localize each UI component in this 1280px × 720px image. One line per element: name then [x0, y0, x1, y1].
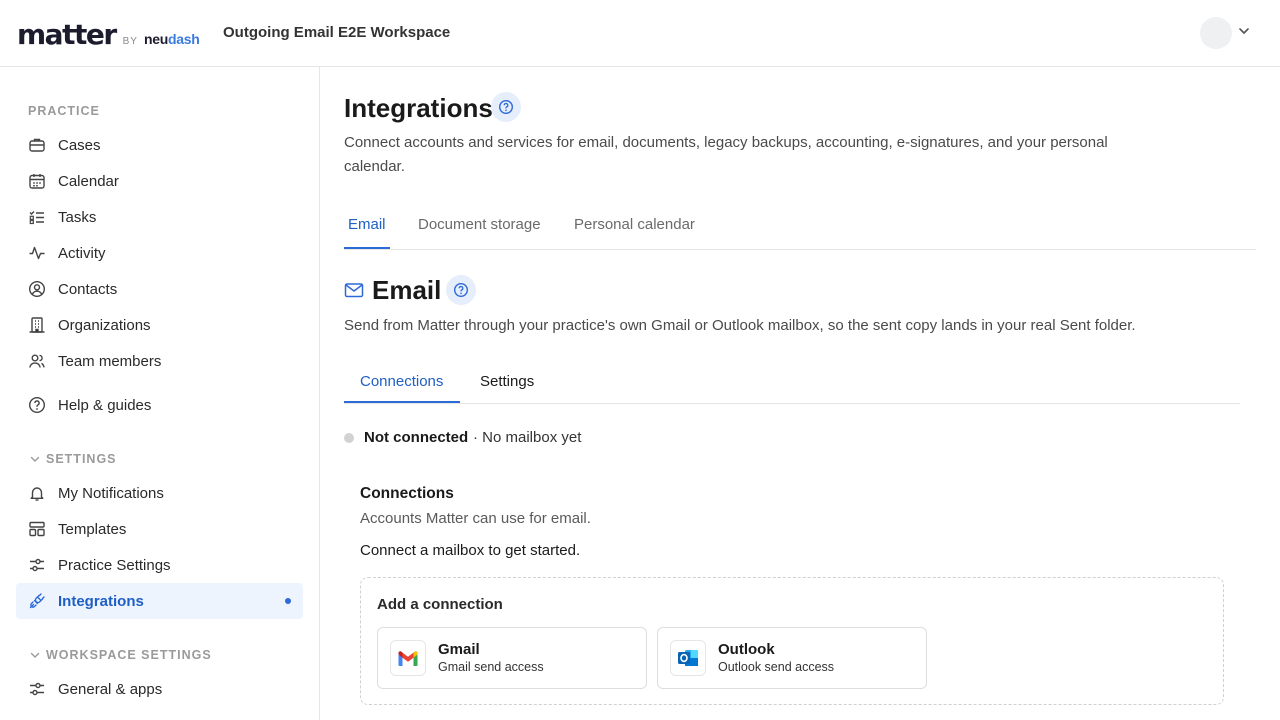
- email-subtabs: Connections Settings: [344, 363, 1240, 404]
- top-header: matter BY neu dash Outgoing Email E2E Wor…: [0, 0, 1280, 67]
- add-connection-title: Add a connection: [377, 596, 503, 613]
- sidebar-item-label: Organizations: [58, 316, 151, 334]
- chevron-down-icon[interactable]: [1237, 24, 1251, 38]
- email-help-button[interactable]: [446, 275, 476, 305]
- tab-personal-calendar[interactable]: Personal calendar: [574, 216, 695, 233]
- add-connection-panel: Add a connection Gmail Gmail send access: [360, 577, 1224, 705]
- sidebar-item-templates[interactable]: Templates: [16, 511, 303, 547]
- sidebar-item-label: Tasks: [58, 208, 97, 226]
- sidebar-item-team-members[interactable]: Team members: [16, 343, 303, 379]
- section-title-settings[interactable]: SETTINGS: [46, 452, 117, 466]
- sidebar-item-label: Contacts: [58, 280, 118, 298]
- sidebar-item-label: Cases: [58, 136, 101, 154]
- logo-neu: neu: [143, 31, 168, 47]
- sidebar-item-label: Practice Settings: [58, 556, 171, 574]
- outlook-label: Outlook: [718, 641, 775, 658]
- outlook-icon: [670, 640, 706, 676]
- integration-tabs: Email Document storage Personal calendar: [344, 207, 1256, 250]
- gmail-icon: [390, 640, 426, 676]
- active-indicator: [285, 598, 291, 604]
- email-section-description: Send from Matter through your practice's…: [344, 317, 1136, 334]
- tab-connections[interactable]: Connections: [360, 373, 443, 390]
- email-section-title: Email: [372, 275, 442, 305]
- building-icon: [28, 316, 46, 334]
- gmail-label: Gmail: [438, 641, 480, 658]
- outlook-description: Outlook send access: [718, 660, 835, 674]
- sidebar-item-help[interactable]: Help & guides: [16, 387, 303, 423]
- bell-icon: [28, 484, 46, 502]
- connections-heading: Connections: [360, 485, 454, 502]
- sidebar-item-activity[interactable]: Activity: [16, 235, 303, 271]
- sliders-icon: [28, 680, 46, 698]
- help-icon: [28, 396, 46, 414]
- connections-subtitle: Accounts Matter can use for email.: [360, 510, 591, 527]
- tab-email[interactable]: Email: [348, 216, 386, 233]
- active-subtab-underline: [344, 401, 460, 403]
- connections-empty-message: Connect a mailbox to get started.: [360, 542, 581, 559]
- plug-icon: [28, 592, 46, 610]
- briefcase-icon: [28, 136, 46, 154]
- sidebar-item-general-apps[interactable]: General & apps: [16, 671, 303, 707]
- chevron-down-icon[interactable]: [29, 453, 41, 465]
- team-icon: [28, 352, 46, 370]
- section-title-workspace-settings[interactable]: WORKSPACE SETTINGS: [46, 648, 212, 662]
- gmail-connect-card[interactable]: Gmail Gmail send access: [377, 627, 647, 689]
- matter-logo[interactable]: matter BY neu dash: [17, 18, 200, 51]
- tasks-icon: [28, 208, 46, 226]
- sidebar-item-integrations[interactable]: Integrations: [16, 583, 303, 619]
- sidebar-item-practice-settings[interactable]: Practice Settings: [16, 547, 303, 583]
- tab-document-storage[interactable]: Document storage: [418, 216, 541, 233]
- sidebar-item-cases[interactable]: Cases: [16, 127, 303, 163]
- sidebar-item-contacts[interactable]: Contacts: [16, 271, 303, 307]
- activity-icon: [28, 244, 46, 262]
- gmail-description: Gmail send access: [438, 660, 544, 674]
- sidebar-item-label: Team members: [58, 352, 162, 370]
- sidebar-item-my-notifications[interactable]: My Notifications: [16, 475, 303, 511]
- calendar-icon: [28, 172, 46, 190]
- logo-by: BY: [122, 36, 138, 47]
- workspace-name: Outgoing Email E2E Workspace: [223, 24, 451, 41]
- sidebar-item-label: Activity: [58, 244, 106, 262]
- avatar[interactable]: [1200, 17, 1232, 49]
- connection-status-detail: · No mailbox yet: [473, 429, 582, 446]
- help-button[interactable]: [491, 92, 521, 122]
- contact-icon: [28, 280, 46, 298]
- sliders-icon: [28, 556, 46, 574]
- status-indicator: [344, 433, 354, 443]
- sidebar-item-organizations[interactable]: Organizations: [16, 307, 303, 343]
- template-icon: [28, 520, 46, 538]
- chevron-down-icon[interactable]: [29, 649, 41, 661]
- help-icon: [453, 282, 469, 298]
- main-content: Integrations Connect accounts and servic…: [320, 67, 1280, 720]
- sidebar: PRACTICE Cases Calendar Tasks Activity C…: [0, 67, 320, 720]
- logo-wordmark: matter: [17, 18, 117, 51]
- page-title: Integrations: [344, 93, 493, 123]
- help-icon: [498, 99, 514, 115]
- sidebar-item-label: General & apps: [58, 680, 163, 698]
- sidebar-item-label: Integrations: [58, 592, 144, 610]
- sidebar-item-label: Templates: [58, 520, 127, 538]
- tab-settings[interactable]: Settings: [480, 373, 534, 390]
- connection-status: Not connected: [364, 429, 469, 446]
- sidebar-item-label: My Notifications: [58, 484, 164, 502]
- mail-icon: [344, 283, 364, 298]
- section-title-practice: PRACTICE: [28, 104, 100, 118]
- sidebar-item-label: Calendar: [58, 172, 119, 190]
- outlook-connect-card[interactable]: Outlook Outlook send access: [657, 627, 927, 689]
- logo-dash: dash: [167, 31, 200, 47]
- active-tab-underline: [344, 247, 390, 249]
- sidebar-item-label: Help & guides: [58, 396, 152, 414]
- sidebar-item-tasks[interactable]: Tasks: [16, 199, 303, 235]
- sidebar-item-calendar[interactable]: Calendar: [16, 163, 303, 199]
- page-description: Connect accounts and services for email,…: [344, 134, 1108, 175]
